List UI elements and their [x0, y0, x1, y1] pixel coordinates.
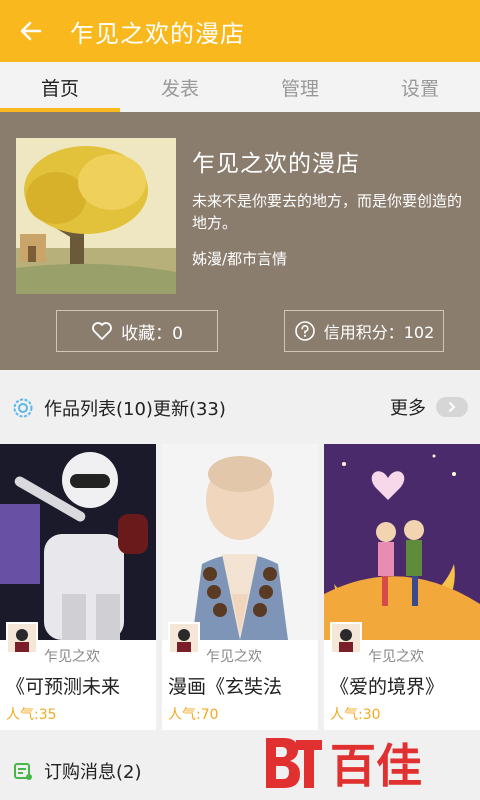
work-popularity: 人气:35 — [6, 707, 57, 723]
work-popularity: 人气:30 — [330, 707, 381, 723]
page-title: 乍见之欢的漫店 — [70, 19, 245, 48]
back-button[interactable] — [0, 0, 62, 62]
author-avatar — [168, 622, 200, 654]
badge-icon — [12, 397, 34, 419]
work-title: 漫画《玄奘法 — [168, 676, 283, 698]
shop-cover-image — [16, 138, 176, 294]
question-circle-icon — [294, 320, 316, 342]
heart-icon — [91, 321, 113, 341]
watermark-text: 百佳 — [330, 739, 422, 793]
shop-description: 未来不是你要去的地方，而是你要创造的地方。 — [192, 192, 463, 232]
more-label: 更多 — [390, 398, 426, 419]
work-card[interactable]: 乍见之欢 《可预测未来 人气:35 — [0, 444, 156, 730]
author-avatar — [330, 622, 362, 654]
cart-icon — [12, 760, 34, 782]
credit-score-button[interactable]: 信用积分：102 — [284, 310, 444, 352]
author-avatar — [6, 622, 38, 654]
tab-publish[interactable]: 发表 — [120, 62, 240, 112]
order-messages-title: 订购消息(2) — [44, 762, 142, 783]
work-cover-image — [0, 444, 156, 640]
tab-bar: 首页 发表 管理 设置 — [0, 62, 480, 112]
works-section-header: 作品列表(10)更新(33) 更多 — [0, 388, 480, 428]
work-card[interactable]: 乍见之欢 漫画《玄奘法 人气:70 — [162, 444, 318, 730]
shop-name: 乍见之欢的漫店 — [192, 151, 360, 177]
more-button[interactable]: 更多 — [390, 394, 468, 420]
shop-profile: 乍见之欢的漫店 未来不是你要去的地方，而是你要创造的地方。 姊漫/都市言情 收藏… — [0, 112, 480, 370]
work-author: 乍见之欢 — [44, 649, 100, 665]
work-author: 乍见之欢 — [206, 649, 262, 665]
work-title: 《可预测未来 — [6, 676, 121, 698]
app-bar: 乍见之欢的漫店 — [0, 0, 480, 62]
work-title: 《爱的境界》 — [330, 676, 445, 698]
chevron-right-icon — [436, 397, 468, 417]
work-card[interactable]: 乍见之欢 《爱的境界》 人气:30 — [324, 444, 480, 730]
work-popularity: 人气:70 — [168, 707, 219, 723]
shop-category: 姊漫/都市言情 — [192, 250, 288, 268]
baijia-watermark-logo: 百佳 — [260, 730, 470, 796]
work-author: 乍见之欢 — [368, 649, 424, 665]
tab-settings[interactable]: 设置 — [360, 62, 480, 112]
works-list: 乍见之欢 《可预测未来 人气:35 乍见之欢 漫画《玄奘法 人气:70 乍见之欢… — [0, 444, 480, 730]
favorites-label: 收藏：0 — [121, 323, 183, 344]
tab-manage[interactable]: 管理 — [240, 62, 360, 112]
favorites-button[interactable]: 收藏：0 — [56, 310, 218, 352]
works-section-title: 作品列表(10)更新(33) — [44, 399, 226, 420]
credit-score-label: 信用积分：102 — [323, 323, 435, 342]
tab-home[interactable]: 首页 — [0, 62, 120, 112]
work-cover-image — [162, 444, 318, 640]
work-cover-image — [324, 444, 480, 640]
arrow-left-icon — [20, 21, 42, 41]
